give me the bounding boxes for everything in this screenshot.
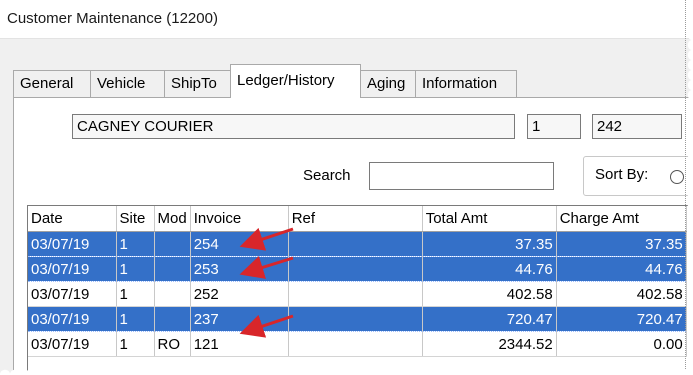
column-header-ref[interactable]: Ref <box>288 206 423 232</box>
cell-total-amt: 720.47 <box>422 306 557 332</box>
table-row[interactable]: 03/07/19 1 252 402.58 402.58 <box>28 281 687 307</box>
cell-total-amt: 402.58 <box>422 281 557 307</box>
tab-information[interactable]: Information <box>415 70 517 97</box>
customer-maintenance-window: Customer Maintenance (12200) General Veh… <box>0 0 693 375</box>
cell-ref <box>288 281 423 307</box>
tab-aging[interactable]: Aging <box>360 70 416 97</box>
column-header-site[interactable]: Site <box>116 206 155 232</box>
cell-charge-amt: 402.58 <box>556 281 687 307</box>
cell-charge-amt: 720.47 <box>556 306 687 332</box>
cell-invoice: 237 <box>190 306 289 332</box>
cell-date: 03/07/19 <box>28 281 117 307</box>
torn-bottom-edge <box>0 366 693 375</box>
cell-date: 03/07/19 <box>28 331 117 357</box>
table-row[interactable]: 03/07/19 1 253 44.76 44.76 <box>28 256 687 282</box>
window-title: Customer Maintenance (12200) <box>7 10 218 27</box>
cell-total-amt: 44.76 <box>422 256 557 282</box>
cell-charge-amt: 37.35 <box>556 231 687 257</box>
cell-charge-amt: 44.76 <box>556 256 687 282</box>
table-header-row: Date Site Mod Invoice Ref Total Amt Char… <box>28 206 687 232</box>
cell-invoice: 252 <box>190 281 289 307</box>
cell-charge-amt: 0.00 <box>556 331 687 357</box>
tab-ledger-history[interactable]: Ledger/History <box>230 64 361 98</box>
cell-site: 1 <box>116 306 155 332</box>
ledger-history-table[interactable]: Date Site Mod Invoice Ref Total Amt Char… <box>27 205 693 375</box>
torn-right-edge <box>681 0 693 375</box>
tab-general[interactable]: General <box>13 70 91 97</box>
cell-date: 03/07/19 <box>28 306 117 332</box>
tab-vehicle[interactable]: Vehicle <box>90 70 165 97</box>
cell-invoice: 254 <box>190 231 289 257</box>
cell-total-amt: 2344.52 <box>422 331 557 357</box>
cell-ref <box>288 306 423 332</box>
search-label: Search <box>303 167 351 184</box>
table-row[interactable]: 03/07/19 1 254 37.35 37.35 <box>28 231 687 257</box>
cell-ref <box>288 231 423 257</box>
cell-site: 1 <box>116 256 155 282</box>
column-header-mod[interactable]: Mod <box>154 206 191 232</box>
cell-invoice: 121 <box>190 331 289 357</box>
cell-site: 1 <box>116 281 155 307</box>
cell-site: 1 <box>116 231 155 257</box>
column-header-date[interactable]: Date <box>28 206 117 232</box>
customer-field-b[interactable]: 242 <box>592 114 682 139</box>
table-row[interactable]: 03/07/19 1 237 720.47 720.47 <box>28 306 687 332</box>
cell-ref <box>288 331 423 357</box>
column-header-charge-amt[interactable]: Charge Amt <box>556 206 687 232</box>
cell-invoice: 253 <box>190 256 289 282</box>
customer-field-a[interactable]: 1 <box>527 114 581 139</box>
title-bar: Customer Maintenance (12200) <box>0 0 693 39</box>
tab-shipto[interactable]: ShipTo <box>164 70 231 97</box>
customer-name-field[interactable]: CAGNEY COURIER <box>72 114 515 139</box>
sort-by-label: Sort By: <box>595 166 649 183</box>
sort-by-group: Sort By: <box>583 156 693 196</box>
cell-date: 03/07/19 <box>28 256 117 282</box>
cell-mod <box>154 281 191 307</box>
column-header-invoice[interactable]: Invoice <box>190 206 289 232</box>
cell-mod <box>154 256 191 282</box>
cell-site: 1 <box>116 331 155 357</box>
cell-mod: RO <box>154 331 191 357</box>
cell-ref <box>288 256 423 282</box>
cell-date: 03/07/19 <box>28 231 117 257</box>
cell-mod <box>154 306 191 332</box>
cell-mod <box>154 231 191 257</box>
column-header-total-amt[interactable]: Total Amt <box>422 206 557 232</box>
search-input[interactable] <box>369 162 554 190</box>
table-row[interactable]: 03/07/19 1 RO 121 2344.52 0.00 <box>28 331 687 357</box>
cell-total-amt: 37.35 <box>422 231 557 257</box>
